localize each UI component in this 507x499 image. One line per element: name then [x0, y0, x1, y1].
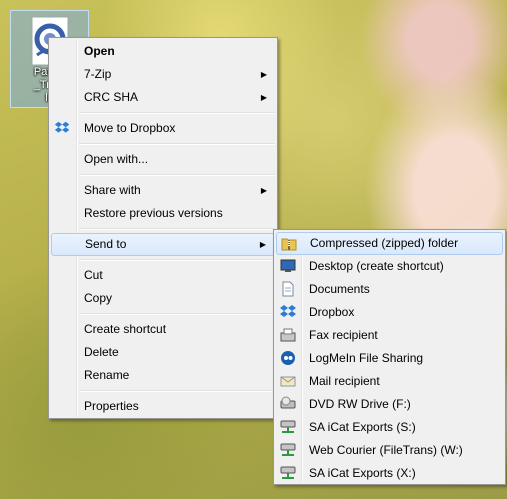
menu-item-label: Mail recipient [309, 374, 380, 388]
menu-separator [79, 390, 275, 392]
sendto-sa-icat-exports-x[interactable]: SA iCat Exports (X:) [276, 462, 503, 485]
menu-item-open[interactable]: Open [51, 40, 275, 63]
send-to-submenu: Compressed (zipped) folder Desktop (crea… [273, 229, 506, 485]
menu-item-create-shortcut[interactable]: Create shortcut [51, 318, 275, 341]
sendto-mail-recipient[interactable]: Mail recipient [276, 370, 503, 393]
submenu-arrow-icon: ▶ [260, 93, 267, 102]
menu-item-label: Copy [84, 291, 113, 305]
sendto-web-courier[interactable]: Web Courier (FileTrans) (W:) [276, 439, 503, 462]
menu-separator [79, 112, 275, 114]
menu-item-copy[interactable]: Copy [51, 287, 275, 310]
sendto-compressed-folder[interactable]: Compressed (zipped) folder [276, 232, 503, 255]
menu-item-label: Cut [84, 268, 103, 282]
menu-item-share-with[interactable]: Share with ▶ [51, 179, 275, 202]
menu-item-properties[interactable]: Properties [51, 395, 275, 418]
sendto-dropbox[interactable]: Dropbox [276, 301, 503, 324]
menu-item-label: Documents [309, 282, 370, 296]
menu-item-label: Dropbox [309, 305, 355, 319]
menu-item-label: Delete [84, 345, 119, 359]
documents-icon [282, 281, 294, 297]
menu-item-send-to[interactable]: Send to ▶ [51, 233, 275, 256]
menu-item-label: Web Courier (FileTrans) (W:) [309, 443, 463, 457]
sendto-fax-recipient[interactable]: Fax recipient [276, 324, 503, 347]
sendto-logmein[interactable]: LogMeIn File Sharing [276, 347, 503, 370]
menu-item-label: SA iCat Exports (S:) [309, 420, 416, 434]
menu-separator [79, 174, 275, 176]
network-drive-icon [280, 466, 296, 479]
menu-item-label: LogMeIn File Sharing [309, 351, 424, 365]
menu-item-label: Restore previous versions [84, 206, 223, 220]
menu-item-label: Open [84, 44, 115, 58]
menu-item-delete[interactable]: Delete [51, 341, 275, 364]
menu-item-label: Compressed (zipped) folder [310, 236, 459, 250]
network-drive-icon [280, 420, 296, 433]
mail-icon [280, 376, 296, 387]
menu-separator [79, 228, 275, 230]
sendto-desktop[interactable]: Desktop (create shortcut) [276, 255, 503, 278]
sendto-dvd-rw-drive[interactable]: DVD RW Drive (F:) [276, 393, 503, 416]
menu-item-label: Open with... [84, 152, 149, 166]
menu-item-move-to-dropbox[interactable]: Move to Dropbox [51, 117, 275, 140]
logmein-icon [281, 351, 295, 365]
submenu-arrow-icon: ▶ [260, 186, 267, 195]
menu-item-label: SA iCat Exports (X:) [309, 466, 416, 480]
sendto-sa-icat-exports-s[interactable]: SA iCat Exports (S:) [276, 416, 503, 439]
network-drive-icon [280, 443, 296, 456]
menu-item-label: CRC SHA [84, 90, 139, 104]
menu-item-label: 7-Zip [84, 67, 112, 81]
menu-item-label: Create shortcut [84, 322, 167, 336]
menu-item-label: Rename [84, 368, 130, 382]
desktop-icon [280, 259, 296, 272]
dropbox-icon [54, 121, 70, 133]
menu-item-label: DVD RW Drive (F:) [309, 397, 411, 411]
sendto-documents[interactable]: Documents [276, 278, 503, 301]
menu-item-label: Fax recipient [309, 328, 378, 342]
menu-separator [79, 313, 275, 315]
submenu-arrow-icon: ▶ [259, 240, 266, 249]
menu-item-cut[interactable]: Cut [51, 264, 275, 287]
menu-separator [79, 143, 275, 145]
menu-item-label: Desktop (create shortcut) [309, 259, 444, 273]
dropbox-icon [280, 305, 296, 317]
menu-separator [79, 259, 275, 261]
menu-item-restore-previous-versions[interactable]: Restore previous versions [51, 202, 275, 225]
menu-item-label: Send to [85, 237, 127, 251]
dvd-drive-icon [280, 396, 296, 409]
menu-item-label: Move to Dropbox [84, 121, 176, 135]
menu-item-rename[interactable]: Rename [51, 364, 275, 387]
menu-item-7zip[interactable]: 7-Zip ▶ [51, 63, 275, 86]
menu-item-label: Properties [84, 399, 139, 413]
fax-icon [280, 328, 296, 342]
submenu-arrow-icon: ▶ [260, 70, 267, 79]
context-menu: Open 7-Zip ▶ CRC SHA ▶ Move to Dropbox O… [48, 37, 278, 419]
zip-folder-icon [281, 238, 297, 251]
menu-item-open-with[interactable]: Open with... [51, 148, 275, 171]
menu-item-label: Share with [84, 183, 141, 197]
menu-item-crc-sha[interactable]: CRC SHA ▶ [51, 86, 275, 109]
